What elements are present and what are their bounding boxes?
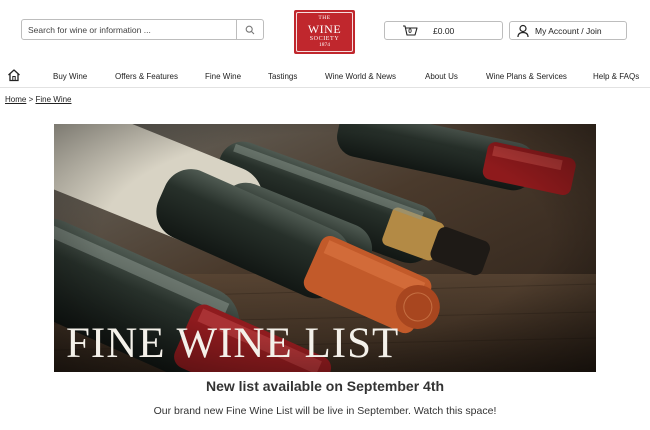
hero-banner[interactable]: FINE WINE LIST — [54, 124, 596, 372]
user-icon — [517, 24, 529, 38]
logo-society: SOCIETY — [309, 35, 340, 42]
account-button[interactable]: My Account / Join — [509, 21, 627, 40]
logo-frame: THE WINE SOCIETY 1874 — [296, 12, 353, 52]
home-icon[interactable] — [7, 68, 21, 82]
wine-society-logo[interactable]: THE WINE SOCIETY 1874 — [294, 10, 355, 54]
breadcrumb-separator: > — [28, 95, 34, 104]
breadcrumb-home[interactable]: Home — [5, 95, 26, 104]
basket-total: £0.00 — [433, 26, 455, 36]
nav-offers-features[interactable]: Offers & Features — [115, 72, 178, 81]
basket-icon: 0 — [402, 24, 418, 38]
nav-buy-wine[interactable]: Buy Wine — [53, 72, 87, 81]
nav-wine-plans-services[interactable]: Wine Plans & Services — [486, 72, 567, 81]
logo-year: 1874 — [319, 41, 330, 48]
nav-tastings[interactable]: Tastings — [268, 72, 297, 81]
account-label: My Account / Join — [535, 26, 602, 36]
basket-count: 0 — [408, 28, 412, 35]
hero-title: FINE WINE LIST — [66, 320, 400, 367]
search-input[interactable] — [22, 20, 236, 39]
announcement-body: Our brand new Fine Wine List will be liv… — [153, 405, 497, 417]
nav-fine-wine[interactable]: Fine Wine — [205, 72, 241, 81]
breadcrumb: Home > Fine Wine — [5, 95, 72, 104]
basket-button[interactable]: 0 £0.00 — [384, 21, 503, 40]
search-button[interactable] — [236, 20, 263, 39]
announcement-headline: New list available on September 4th — [205, 378, 445, 394]
nav-wine-world-news[interactable]: Wine World & News — [325, 72, 396, 81]
search-box — [21, 19, 264, 40]
logo-the: THE — [318, 15, 331, 21]
breadcrumb-current[interactable]: Fine Wine — [35, 95, 71, 104]
main-nav: Buy Wine Offers & Features Fine Wine Tas… — [0, 66, 650, 88]
logo-wine: WINE — [307, 21, 342, 36]
search-icon — [245, 25, 255, 34]
nav-about-us[interactable]: About Us — [425, 72, 458, 81]
nav-help-faqs[interactable]: Help & FAQs — [593, 72, 639, 81]
